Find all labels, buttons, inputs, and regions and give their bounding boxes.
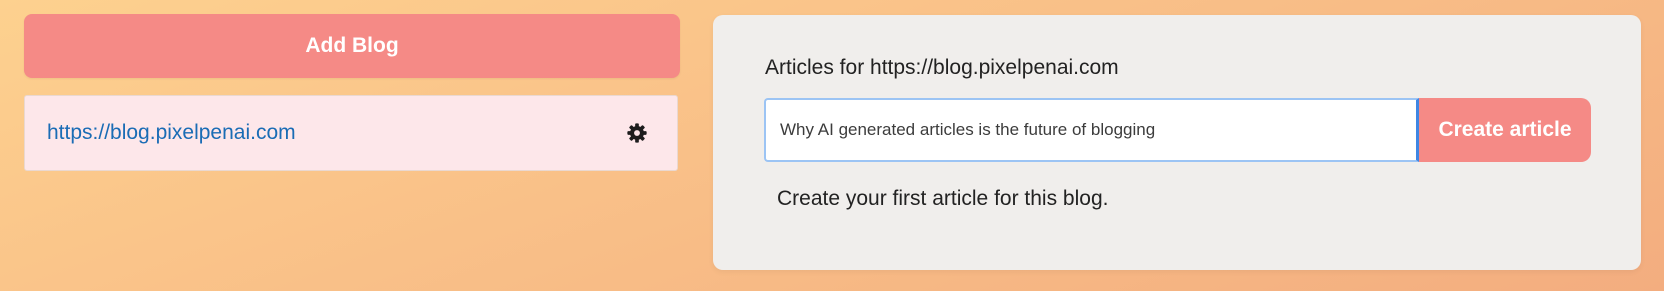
create-article-button[interactable]: Create article bbox=[1419, 98, 1591, 162]
blogs-panel: Add Blog https://blog.pixelpenai.com bbox=[24, 14, 680, 171]
gear-icon[interactable] bbox=[625, 121, 649, 145]
blog-url-link[interactable]: https://blog.pixelpenai.com bbox=[47, 121, 296, 145]
articles-heading: Articles for https://blog.pixelpenai.com bbox=[765, 56, 1119, 79]
create-article-form: Create article bbox=[764, 98, 1591, 162]
blog-list-item[interactable]: https://blog.pixelpenai.com bbox=[24, 95, 678, 171]
add-blog-button[interactable]: Add Blog bbox=[24, 14, 680, 78]
articles-card: Articles for https://blog.pixelpenai.com… bbox=[713, 15, 1641, 270]
empty-articles-message: Create your first article for this blog. bbox=[777, 187, 1109, 210]
article-title-input[interactable] bbox=[764, 98, 1419, 162]
